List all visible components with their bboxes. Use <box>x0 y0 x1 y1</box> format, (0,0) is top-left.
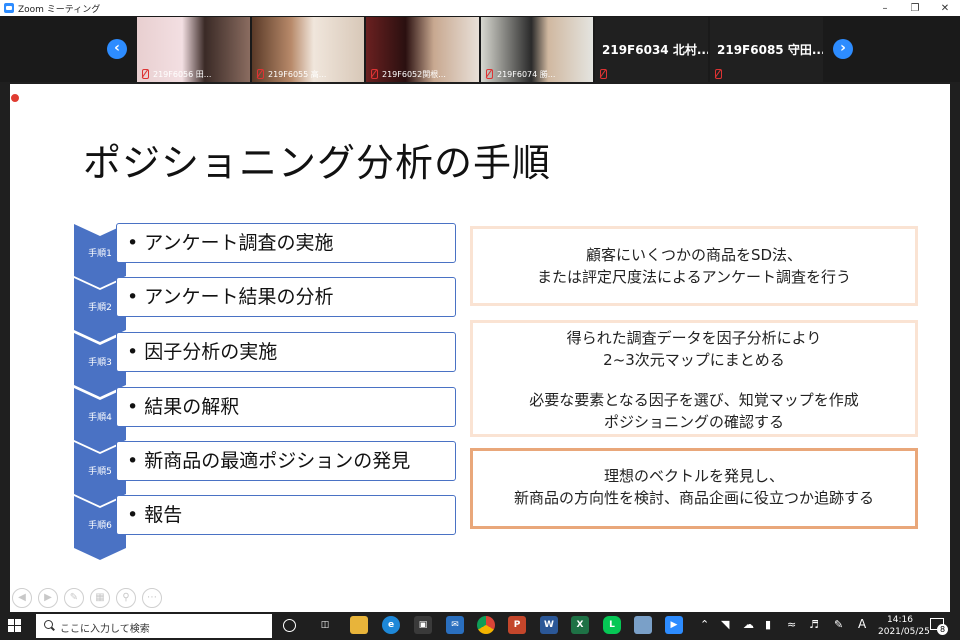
chevron-left-icon: ‹ <box>114 40 120 56</box>
step-box: • 新商品の最適ポジションの発見 <box>116 441 456 481</box>
more-icon[interactable]: ⋯ <box>142 588 162 608</box>
slideshow-toolbar: ◀ ▶ ✎ ▦ ⚲ ⋯ <box>12 588 162 608</box>
description-line: 顧客にいくつかの商品をSD法、 <box>585 246 803 264</box>
mic-muted-icon <box>142 69 149 79</box>
file-explorer-icon[interactable] <box>350 616 368 634</box>
gallery-prev-button[interactable]: ‹ <box>107 39 127 59</box>
description-line: 2~3次元マップにまとめる <box>603 351 785 369</box>
description-line: 必要な要素となる因子を選び、知覚マップを作成 <box>529 391 859 409</box>
participant-tile[interactable]: 219F6034 北村... <box>595 17 708 82</box>
participant-tile[interactable]: 219F6056 田... <box>137 17 250 82</box>
word-icon[interactable]: W <box>540 616 558 634</box>
pen-workspace-icon[interactable]: ✎ <box>834 618 843 631</box>
description-box: 得られた調査データを因子分析により 2~3次元マップにまとめる 必要な要素となる… <box>470 320 918 437</box>
powerpoint-icon[interactable]: P <box>508 616 526 634</box>
search-placeholder: ここに入力して検索 <box>60 624 150 635</box>
tray-app-icon[interactable]: ◥ <box>721 618 729 631</box>
minimize-button[interactable]: – <box>870 0 900 16</box>
participant-strip: ‹ 219F6056 田... 219F6055 高... 219F6052関根… <box>0 16 960 82</box>
participant-name: 219F6052関根... <box>382 70 446 79</box>
description-box: 顧客にいくつかの商品をSD法、 または評定尺度法によるアンケート調査を行う <box>470 226 918 306</box>
windows-taskbar: ここに入力して検索 ◫ e ▣ ✉ P W X L ▶ ⌃ ◥ ☁ ▮ ≈ ♬ … <box>0 612 960 640</box>
line-icon[interactable]: L <box>603 616 621 634</box>
next-slide-icon[interactable]: ▶ <box>38 588 58 608</box>
clock-date: 2021/05/25 <box>878 627 930 637</box>
participant-tile[interactable]: 219F6074 勝... <box>481 17 593 82</box>
previous-slide-icon[interactable]: ◀ <box>12 588 32 608</box>
mic-muted-icon <box>715 69 722 79</box>
task-view-icon[interactable]: ◫ <box>316 616 334 634</box>
ime-indicator[interactable]: A <box>858 617 866 631</box>
clock-time: 14:16 <box>887 615 913 625</box>
edge-icon[interactable]: e <box>382 616 400 634</box>
store-icon[interactable]: ▣ <box>414 616 432 634</box>
step-box: • 報告 <box>116 495 456 535</box>
zoom-taskbar-icon[interactable]: ▶ <box>665 616 683 634</box>
window-titlebar: Zoom ミーティング – ❐ ✕ <box>0 0 960 17</box>
close-button[interactable]: ✕ <box>930 0 960 16</box>
windows-start-icon[interactable] <box>8 619 22 633</box>
onedrive-icon[interactable]: ☁ <box>743 618 754 631</box>
window-title: Zoom ミーティング <box>18 4 101 15</box>
taskbar-clock[interactable]: 14:16 2021/05/25 <box>878 614 930 638</box>
recording-indicator-icon <box>10 93 20 103</box>
description-line: 得られた調査データを因子分析により <box>566 329 822 347</box>
taskbar-search-box[interactable]: ここに入力して検索 <box>36 614 272 638</box>
participant-name: 219F6074 勝... <box>497 70 556 79</box>
step-box: • 因子分析の実施 <box>116 332 456 372</box>
description-line: ポジショニングの確認する <box>603 413 784 431</box>
presentation-slide: ポジショニング分析の手順 手順1 手順2 手順3 手順4 手順5 手順6 • ア… <box>10 84 950 612</box>
description-box: 理想のベクトルを発見し、 新商品の方向性を検討、商品企画に役立つか追跡する <box>470 448 918 529</box>
zoom-icon[interactable]: ⚲ <box>116 588 136 608</box>
step-box: • 結果の解釈 <box>116 387 456 427</box>
participant-tile[interactable]: 219F6085 守田... <box>710 17 823 82</box>
tray-expand-icon[interactable]: ⌃ <box>700 618 709 631</box>
mic-muted-icon <box>486 69 493 79</box>
cortana-icon[interactable] <box>283 619 296 632</box>
description-line: 理想のベクトルを発見し、 <box>603 467 784 485</box>
participant-name: 219F6085 守田... <box>717 43 823 57</box>
step-box: • アンケート結果の分析 <box>116 277 456 317</box>
mic-muted-icon <box>257 69 264 79</box>
step-box: • アンケート調査の実施 <box>116 223 456 263</box>
pen-icon[interactable]: ✎ <box>64 588 84 608</box>
battery-icon[interactable]: ▮ <box>765 618 771 631</box>
volume-icon[interactable]: ♬ <box>809 618 819 631</box>
participant-name: 219F6056 田... <box>153 70 212 79</box>
slides-grid-icon[interactable]: ▦ <box>90 588 110 608</box>
participant-tile[interactable]: 219F6052関根... <box>366 17 479 82</box>
mail-icon[interactable]: ✉ <box>446 616 464 634</box>
description-line: または評定尺度法によるアンケート調査を行う <box>537 268 851 286</box>
participant-name: 219F6034 北村... <box>602 43 708 57</box>
mic-muted-icon <box>600 69 607 79</box>
slide-title: ポジショニング分析の手順 <box>83 141 552 185</box>
chevron-right-icon: › <box>840 40 846 56</box>
mic-muted-icon <box>371 69 378 79</box>
restore-button[interactable]: ❐ <box>900 0 930 16</box>
gallery-next-button[interactable]: › <box>833 39 853 59</box>
excel-icon[interactable]: X <box>571 616 589 634</box>
search-icon <box>44 620 53 629</box>
participant-tile[interactable]: 219F6055 高... <box>252 17 364 82</box>
chrome-icon[interactable] <box>477 616 495 634</box>
zoom-logo-icon <box>4 3 14 13</box>
wifi-icon[interactable]: ≈ <box>787 618 796 631</box>
app-icon[interactable] <box>634 616 652 634</box>
notification-count-badge: 8 <box>937 624 948 635</box>
description-line: 新商品の方向性を検討、商品企画に役立つか追跡する <box>513 489 874 507</box>
participant-name: 219F6055 高... <box>268 70 327 79</box>
